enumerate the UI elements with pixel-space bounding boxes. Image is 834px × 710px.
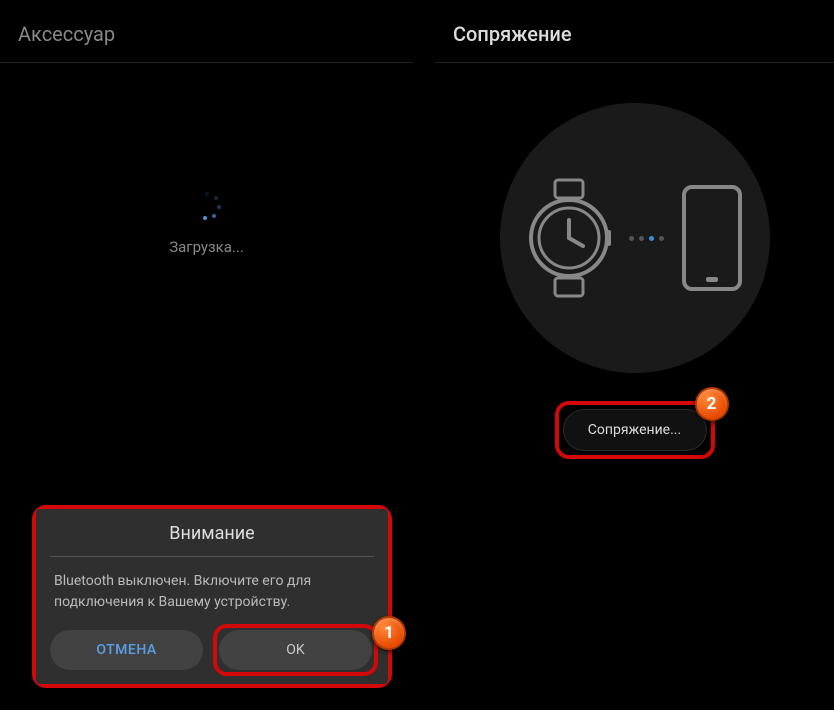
pairing-illustration <box>500 103 770 373</box>
right-header: Сопряжение <box>435 0 834 63</box>
spinner-icon <box>192 190 222 220</box>
pair-button[interactable]: Сопряжение... <box>563 409 707 451</box>
right-title: Сопряжение <box>453 22 816 46</box>
dialog-message: Bluetooth выключен. Включите его для под… <box>36 571 388 630</box>
dialog-separator <box>50 556 374 557</box>
left-header: Аксессуар <box>0 0 413 63</box>
loading-text: Загрузка... <box>0 238 413 256</box>
annotation-badge-2: 2 <box>695 387 729 421</box>
bluetooth-dialog: Внимание Bluetooth выключен. Включите ег… <box>36 509 388 684</box>
pair-button-highlight: Сопряжение... 2 <box>555 401 715 459</box>
phone-icon <box>680 183 744 293</box>
dialog-buttons: ОТМЕНА OK <box>36 630 388 670</box>
right-pane: Сопряжение Сопряжение... 2 <box>415 0 834 710</box>
dialog-title: Внимание <box>36 509 388 556</box>
watch-icon <box>525 178 613 298</box>
ok-button[interactable]: OK <box>219 630 372 670</box>
left-pane: Аксессуар Загрузка... Внимание Bluetooth… <box>0 0 415 710</box>
dialog-highlight: Внимание Bluetooth выключен. Включите ег… <box>32 505 392 688</box>
cancel-button[interactable]: ОТМЕНА <box>50 630 203 670</box>
connection-dots-icon <box>629 236 664 241</box>
left-title: Аксессуар <box>18 22 395 46</box>
ok-button-highlight: OK <box>213 624 378 676</box>
loading-indicator: Загрузка... <box>0 190 413 256</box>
annotation-badge-1: 1 <box>372 616 406 650</box>
